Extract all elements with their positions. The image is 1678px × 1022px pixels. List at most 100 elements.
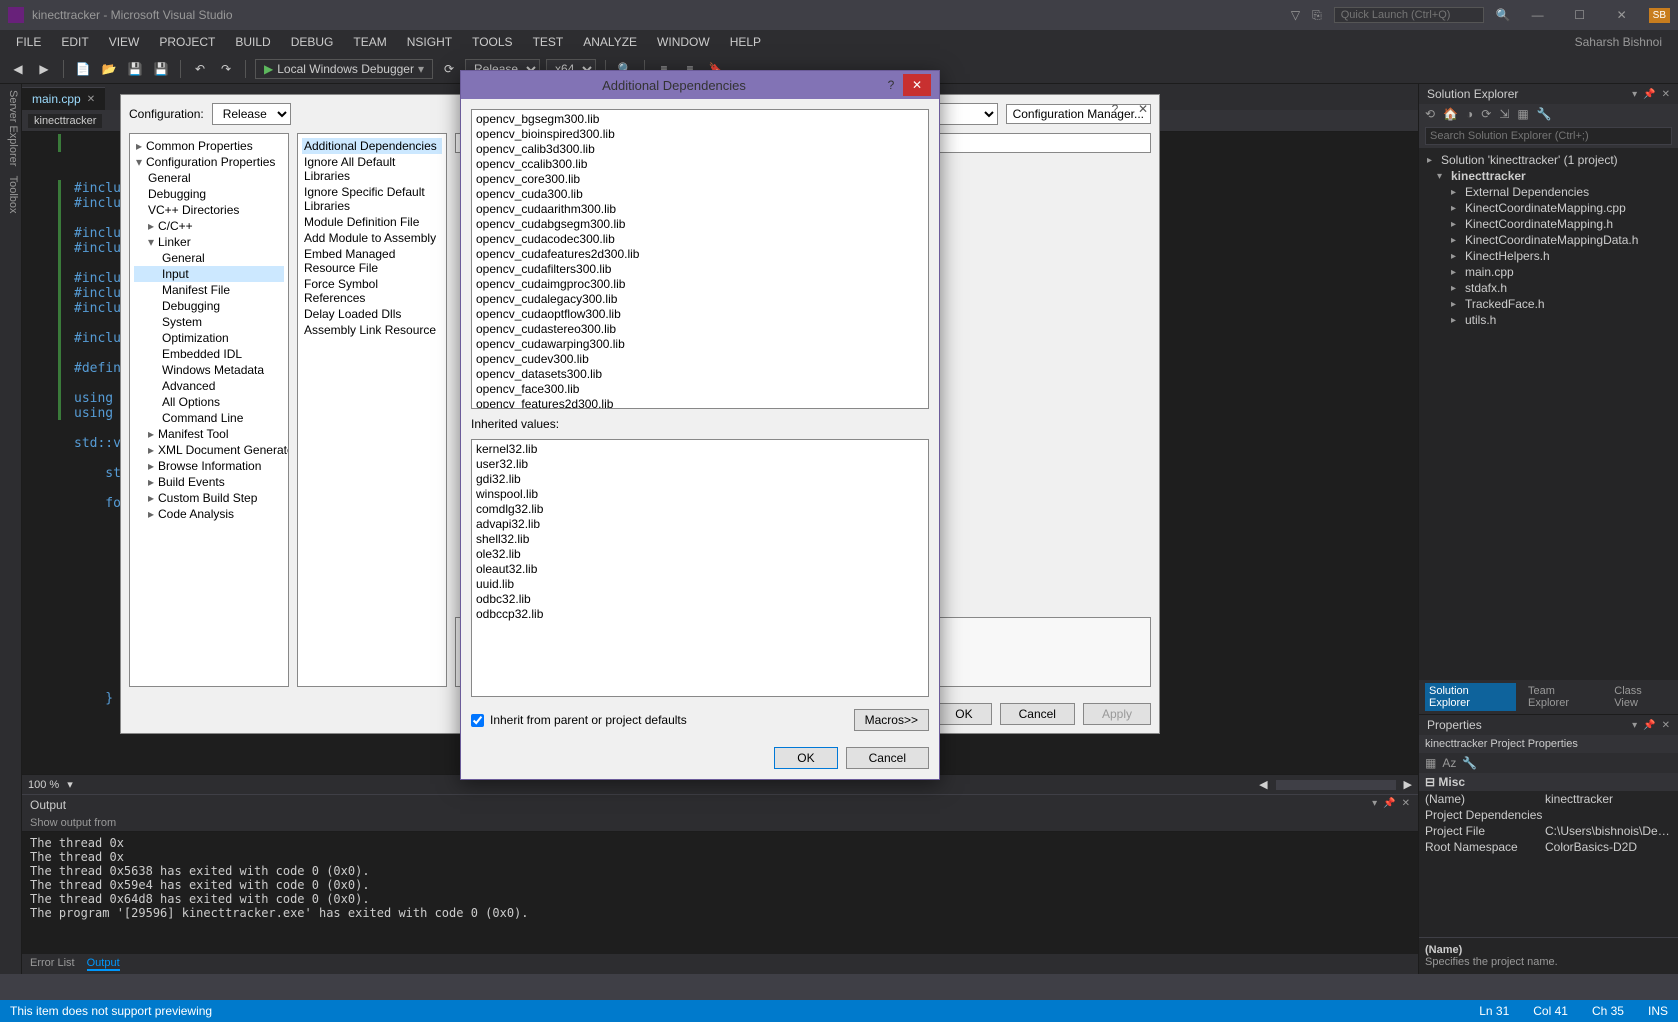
- prop-item[interactable]: Embed Managed Resource File: [302, 246, 442, 276]
- server-explorer-tab[interactable]: Server Explorer Toolbox: [0, 84, 22, 974]
- apply-button[interactable]: Apply: [1083, 703, 1151, 725]
- tree-build-events[interactable]: ▸Build Events: [134, 474, 284, 490]
- tree-item[interactable]: ▸External Dependencies: [1423, 184, 1674, 200]
- inherit-checkbox[interactable]: [471, 714, 484, 727]
- output-pin-icon[interactable]: 📌: [1383, 798, 1395, 812]
- menu-window[interactable]: WINDOW: [649, 33, 718, 51]
- output-text[interactable]: The thread 0x The thread 0x The thread 0…: [22, 832, 1418, 954]
- output-dropdown-icon[interactable]: ▾: [1372, 798, 1377, 812]
- tree-linker-cmdline[interactable]: Command Line: [134, 410, 284, 426]
- menu-edit[interactable]: EDIT: [53, 33, 96, 51]
- doc-tab-main[interactable]: main.cpp ✕: [22, 87, 105, 110]
- properties-icon[interactable]: 🔧: [1537, 107, 1552, 121]
- dialog-help-icon[interactable]: ?: [879, 78, 903, 92]
- tree-linker-debugging[interactable]: Debugging: [134, 298, 284, 314]
- macros-button[interactable]: Macros>>: [854, 709, 929, 731]
- menu-team[interactable]: TEAM: [345, 33, 394, 51]
- prop-row[interactable]: Project Dependencies: [1419, 807, 1678, 823]
- tab-team-explorer[interactable]: Team Explorer: [1524, 683, 1602, 711]
- project-node[interactable]: ▾kinecttracker: [1423, 168, 1674, 184]
- tree-linker-manifest[interactable]: Manifest File: [134, 282, 284, 298]
- prop-row[interactable]: (Name)kinecttracker: [1419, 791, 1678, 807]
- search-icon[interactable]: 🔍: [1496, 8, 1511, 22]
- tree-config-properties[interactable]: ▾Configuration Properties: [134, 154, 284, 170]
- output-close-icon[interactable]: ✕: [1402, 798, 1410, 812]
- tree-item[interactable]: ▸KinectCoordinateMappingData.h: [1423, 232, 1674, 248]
- prop-item[interactable]: Delay Loaded Dlls: [302, 306, 442, 322]
- tree-linker-system[interactable]: System: [134, 314, 284, 330]
- scope-combo[interactable]: kinecttracker: [28, 114, 102, 128]
- prop-item[interactable]: Force Symbol References: [302, 276, 442, 306]
- tab-output[interactable]: Output: [87, 957, 120, 971]
- zoom-dropdown-icon[interactable]: ▾: [67, 778, 73, 791]
- se-dropdown-icon[interactable]: ▾: [1632, 89, 1637, 100]
- prop-item[interactable]: Add Module to Assembly: [302, 230, 442, 246]
- home-icon[interactable]: ⟲: [1425, 107, 1435, 121]
- quick-launch-input[interactable]: [1334, 7, 1484, 23]
- tree-code-analysis[interactable]: ▸Code Analysis: [134, 506, 284, 522]
- se-pin-icon[interactable]: 📌: [1643, 89, 1655, 100]
- dialog-close-icon[interactable]: ✕: [903, 74, 931, 96]
- undo-icon[interactable]: ↶: [190, 59, 210, 79]
- tree-linker-general[interactable]: General: [134, 250, 284, 266]
- close-button[interactable]: ✕: [1607, 8, 1637, 22]
- tree-cpp[interactable]: ▸C/C++: [134, 218, 284, 234]
- notifications-icon[interactable]: ▽: [1291, 8, 1300, 22]
- menu-build[interactable]: BUILD: [227, 33, 278, 51]
- tab-solution-explorer[interactable]: Solution Explorer: [1425, 683, 1516, 711]
- maximize-button[interactable]: ☐: [1565, 8, 1595, 22]
- solution-root[interactable]: ▸Solution 'kinecttracker' (1 project): [1423, 152, 1674, 168]
- home2-icon[interactable]: 🏠: [1443, 107, 1458, 121]
- categorized-icon[interactable]: ▦: [1425, 756, 1436, 770]
- tree-item[interactable]: ▸KinectCoordinateMapping.h: [1423, 216, 1674, 232]
- prop-item[interactable]: Ignore Specific Default Libraries: [302, 184, 442, 214]
- refresh-icon[interactable]: ⟳: [1481, 107, 1491, 121]
- alpha-icon[interactable]: Az: [1442, 756, 1456, 770]
- collapse-icon[interactable]: ⇲: [1499, 107, 1509, 121]
- prop-category[interactable]: ⊟ Misc: [1419, 773, 1678, 791]
- minimize-button[interactable]: —: [1523, 8, 1553, 22]
- prop-row[interactable]: Root NamespaceColorBasics-D2D: [1419, 839, 1678, 855]
- prop-close-icon[interactable]: ✕: [1662, 720, 1670, 731]
- menu-test[interactable]: TEST: [525, 33, 572, 51]
- tree-manifest-tool[interactable]: ▸Manifest Tool: [134, 426, 284, 442]
- tree-linker-input[interactable]: Input: [134, 266, 284, 282]
- ok-button[interactable]: OK: [936, 703, 991, 725]
- tab-error-list[interactable]: Error List: [30, 957, 75, 971]
- prop-item[interactable]: Ignore All Default Libraries: [302, 154, 442, 184]
- ok-button[interactable]: OK: [774, 747, 837, 769]
- prop-item[interactable]: Additional Dependencies: [302, 138, 442, 154]
- tree-linker-all[interactable]: All Options: [134, 394, 284, 410]
- dialog-close-icon[interactable]: ✕: [1131, 99, 1155, 119]
- save-all-icon[interactable]: 💾: [151, 59, 171, 79]
- user-badge[interactable]: SB: [1649, 8, 1670, 23]
- tree-item[interactable]: ▸stdafx.h: [1423, 280, 1674, 296]
- tree-common-properties[interactable]: ▸Common Properties: [134, 138, 284, 154]
- tree-browse[interactable]: ▸Browse Information: [134, 458, 284, 474]
- hscroll-track[interactable]: [1276, 780, 1396, 790]
- cancel-button[interactable]: Cancel: [1000, 703, 1075, 725]
- sync-icon[interactable]: ◑: [1466, 107, 1473, 121]
- save-icon[interactable]: 💾: [125, 59, 145, 79]
- tree-linker-advanced[interactable]: Advanced: [134, 378, 284, 394]
- tree-item[interactable]: ▸KinectHelpers.h: [1423, 248, 1674, 264]
- hscroll-right-icon[interactable]: ▶: [1404, 778, 1412, 791]
- close-tab-icon[interactable]: ✕: [87, 94, 95, 105]
- tree-linker[interactable]: ▾Linker: [134, 234, 284, 250]
- tree-linker-winmeta[interactable]: Windows Metadata: [134, 362, 284, 378]
- menu-help[interactable]: HELP: [722, 33, 769, 51]
- menu-tools[interactable]: TOOLS: [464, 33, 520, 51]
- menu-project[interactable]: PROJECT: [151, 33, 223, 51]
- start-debug-button[interactable]: ▶Local Windows Debugger▾: [255, 59, 433, 79]
- tree-debugging[interactable]: Debugging: [134, 186, 284, 202]
- menu-view[interactable]: VIEW: [101, 33, 148, 51]
- menu-file[interactable]: FILE: [8, 33, 49, 51]
- solution-search-input[interactable]: [1425, 127, 1672, 145]
- se-close-icon[interactable]: ✕: [1662, 89, 1670, 100]
- hscroll-left-icon[interactable]: ◀: [1259, 778, 1267, 791]
- prop-item[interactable]: Assembly Link Resource: [302, 322, 442, 338]
- tree-item[interactable]: ▸utils.h: [1423, 312, 1674, 328]
- tree-linker-optimization[interactable]: Optimization: [134, 330, 284, 346]
- tree-custom-build[interactable]: ▸Custom Build Step: [134, 490, 284, 506]
- config-dropdown[interactable]: Release: [212, 103, 291, 125]
